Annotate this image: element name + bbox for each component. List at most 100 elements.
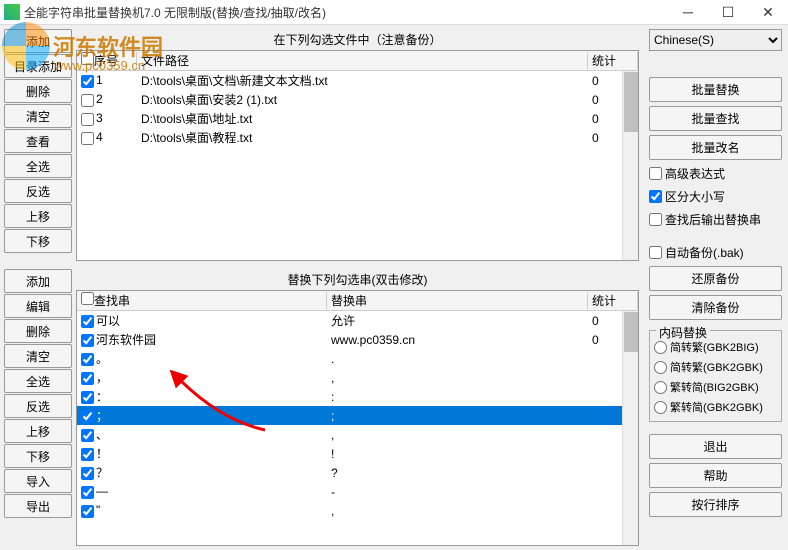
batch-rename-button[interactable]: 批量改名 <box>649 135 782 160</box>
file-invert-button[interactable]: 反选 <box>4 179 72 203</box>
file-table-header: 序号 文件路径 统计 <box>77 51 638 71</box>
row-checkbox[interactable] <box>81 391 94 404</box>
table-row[interactable]: 4D:\tools\桌面\教程.txt0 <box>77 128 638 147</box>
cell-replace: www.pc0359.cn <box>327 333 588 347</box>
replace-table-body: 可以允许0河东软件园www.pc0359.cn0。.，,：:；;、,！!？?—-… <box>77 311 638 545</box>
replace-select-all-button[interactable]: 全选 <box>4 369 72 393</box>
table-row[interactable]: ；; <box>77 406 638 425</box>
file-move-down-button[interactable]: 下移 <box>4 229 72 253</box>
file-add-dir-button[interactable]: 目录添加 <box>4 54 72 78</box>
replace-button-column: 添加编辑删除清空全选反选上移下移导入导出 <box>0 265 76 550</box>
right-panel: Chinese(S) 批量替换 批量查找 批量改名 高级表达式 区分大小写 查找… <box>643 25 788 550</box>
row-checkbox[interactable] <box>81 353 94 366</box>
encode-option-2[interactable]: 繁转简(BIG2GBK) <box>654 377 777 397</box>
batch-replace-button[interactable]: 批量替换 <box>649 77 782 102</box>
file-delete-button[interactable]: 删除 <box>4 79 72 103</box>
replace-table: 查找串 替换串 统计 可以允许0河东软件园www.pc0359.cn0。.，,：… <box>76 290 639 546</box>
cell-path: D:\tools\桌面\地址.txt <box>137 110 588 127</box>
maximize-button[interactable]: ☐ <box>708 0 748 25</box>
row-checkbox[interactable] <box>81 467 94 480</box>
table-row[interactable]: ？? <box>77 463 638 482</box>
row-checkbox[interactable] <box>81 75 94 88</box>
replace-import-button[interactable]: 导入 <box>4 469 72 493</box>
exit-button[interactable]: 退出 <box>649 434 782 459</box>
adv-regex-checkbox[interactable]: 高级表达式 <box>649 164 782 183</box>
replace-edit-button[interactable]: 编辑 <box>4 294 72 318</box>
cell-replace: - <box>327 485 588 499</box>
file-clear-button[interactable]: 清空 <box>4 104 72 128</box>
col-path[interactable]: 文件路径 <box>137 52 588 69</box>
restore-backup-button[interactable]: 还原备份 <box>649 266 782 291</box>
titlebar: 全能字符串批量替换机7.0 无限制版(替换/查找/抽取/改名) ─ ☐ ✕ <box>0 0 788 25</box>
table-row[interactable]: 2D:\tools\桌面\安装2 (1).txt0 <box>77 90 638 109</box>
replace-table-header: 查找串 替换串 统计 <box>77 291 638 311</box>
case-sensitive-checkbox[interactable]: 区分大小写 <box>649 187 782 206</box>
encode-option-1[interactable]: 简转繁(GBK2GBK) <box>654 357 777 377</box>
row-checkbox[interactable] <box>81 429 94 442</box>
col-stat[interactable]: 统计 <box>588 292 638 309</box>
row-checkbox[interactable] <box>81 372 94 385</box>
row-checkbox[interactable] <box>81 448 94 461</box>
auto-backup-checkbox[interactable]: 自动备份(.bak) <box>649 243 782 262</box>
clear-backup-button[interactable]: 清除备份 <box>649 295 782 320</box>
table-row[interactable]: ！! <box>77 444 638 463</box>
replace-add-button[interactable]: 添加 <box>4 269 72 293</box>
table-row[interactable]: ", <box>77 501 638 520</box>
col-stat[interactable]: 统计 <box>588 52 638 69</box>
row-checkbox[interactable] <box>81 486 94 499</box>
cell-path: D:\tools\桌面\教程.txt <box>137 129 588 146</box>
cell-replace: : <box>327 390 588 404</box>
sort-by-line-button[interactable]: 按行排序 <box>649 492 782 517</box>
table-row[interactable]: 、, <box>77 425 638 444</box>
cell-replace: 允许 <box>327 312 588 329</box>
batch-find-button[interactable]: 批量查找 <box>649 106 782 131</box>
table-row[interactable]: 可以允许0 <box>77 311 638 330</box>
cell-replace: , <box>327 504 588 518</box>
table-row[interactable]: 1D:\tools\桌面\文档\新建文本文档.txt0 <box>77 71 638 90</box>
replace-clear-button[interactable]: 清空 <box>4 344 72 368</box>
table-row[interactable]: —- <box>77 482 638 501</box>
table-row[interactable]: 河东软件园www.pc0359.cn0 <box>77 330 638 349</box>
row-checkbox[interactable] <box>81 132 94 145</box>
help-button[interactable]: 帮助 <box>649 463 782 488</box>
cell-replace: ; <box>327 409 588 423</box>
replace-delete-button[interactable]: 删除 <box>4 319 72 343</box>
col-replace[interactable]: 替换串 <box>327 292 588 309</box>
file-select-all-button[interactable]: 全选 <box>4 154 72 178</box>
replace-invert-button[interactable]: 反选 <box>4 394 72 418</box>
replace-select-all-checkbox[interactable] <box>81 292 94 305</box>
row-checkbox[interactable] <box>81 410 94 423</box>
row-checkbox[interactable] <box>81 94 94 107</box>
replace-move-up-button[interactable]: 上移 <box>4 419 72 443</box>
language-select[interactable]: Chinese(S) <box>649 29 782 51</box>
file-table-body: 1D:\tools\桌面\文档\新建文本文档.txt02D:\tools\桌面\… <box>77 71 638 260</box>
col-seq: 序号 <box>94 54 118 68</box>
close-button[interactable]: ✕ <box>748 0 788 25</box>
app-icon <box>4 4 20 20</box>
table-row[interactable]: 3D:\tools\桌面\地址.txt0 <box>77 109 638 128</box>
table-row[interactable]: 。. <box>77 349 638 368</box>
row-checkbox[interactable] <box>81 334 94 347</box>
file-table: 序号 文件路径 统计 1D:\tools\桌面\文档\新建文本文档.txt02D… <box>76 50 639 261</box>
minimize-button[interactable]: ─ <box>668 0 708 25</box>
encode-option-3[interactable]: 繁转简(GBK2GBK) <box>654 397 777 417</box>
table-row[interactable]: ，, <box>77 368 638 387</box>
row-checkbox[interactable] <box>81 113 94 126</box>
row-checkbox[interactable] <box>81 505 94 518</box>
output-after-find-checkbox[interactable]: 查找后输出替换串 <box>649 210 782 229</box>
table-row[interactable]: ：: <box>77 387 638 406</box>
cell-replace: . <box>327 352 588 366</box>
file-move-up-button[interactable]: 上移 <box>4 204 72 228</box>
row-checkbox[interactable] <box>81 315 94 328</box>
file-scrollbar[interactable] <box>622 71 638 260</box>
cell-replace: ? <box>327 466 588 480</box>
col-find: 查找串 <box>94 294 130 308</box>
window-title: 全能字符串批量替换机7.0 无限制版(替换/查找/抽取/改名) <box>24 4 668 21</box>
replace-export-button[interactable]: 导出 <box>4 494 72 518</box>
file-section-title: 在下列勾选文件中（注意备份） <box>76 29 639 50</box>
replace-scrollbar[interactable] <box>622 311 638 545</box>
file-add-button[interactable]: 添加 <box>4 29 72 53</box>
file-view-button[interactable]: 查看 <box>4 129 72 153</box>
replace-move-down-button[interactable]: 下移 <box>4 444 72 468</box>
file-select-all-checkbox[interactable] <box>81 52 94 65</box>
